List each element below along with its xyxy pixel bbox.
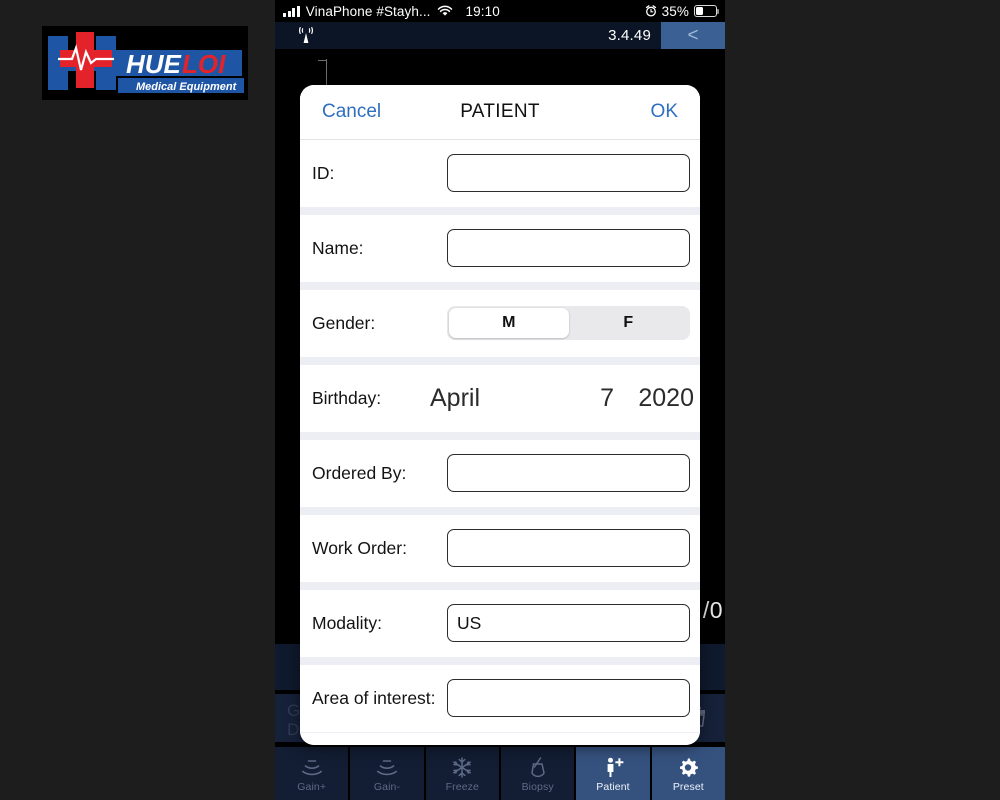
form-row-separator [300, 432, 700, 440]
app-version-label: 3.4.49 [608, 27, 651, 44]
toolbar-button-label: Patient [596, 780, 630, 793]
field-input-area[interactable] [447, 679, 690, 717]
back-button[interactable]: < [661, 22, 725, 49]
form-row-gender: Gender: M F [300, 290, 700, 357]
logo-text-loi: LOI [182, 49, 226, 79]
field-input-id[interactable] [447, 154, 690, 192]
field-control-gender: MF [447, 306, 690, 340]
field-label-ordered: Ordered By: [312, 462, 407, 483]
form-row-separator [300, 507, 700, 515]
toolbar-button-label: Gain- [373, 780, 401, 793]
form-row-area: Area of interest: [300, 665, 700, 732]
patient-dialog-title: PATIENT [460, 101, 540, 122]
form-row-separator [300, 582, 700, 590]
status-bar-left: VinaPhone #Stayh... 19:10 [275, 4, 500, 19]
ok-button[interactable]: OK [600, 101, 678, 123]
app-header-bar: 3.4.49 < [275, 22, 725, 49]
cellular-signal-icon [283, 5, 300, 17]
form-row-birthday: Birthday: April 7 2020 [300, 365, 700, 432]
field-label-id: ID: [312, 162, 335, 183]
person-plus-icon [600, 755, 626, 780]
toolbar-button-preset[interactable]: Preset [651, 747, 725, 800]
field-control-modality [447, 604, 690, 642]
bottom-toolbar: Gain+ Gain- Freeze Biopsy Patient Preset [275, 747, 725, 800]
background-ghost-label: G D [287, 701, 301, 739]
field-label-workorder: Work Order: [312, 537, 407, 558]
patient-dialog-footer: Clear Report [300, 732, 700, 745]
toolbar-button-gain[interactable]: Gain+ [275, 747, 349, 800]
gender-option-f[interactable]: F [569, 308, 689, 338]
field-control-workorder [447, 529, 690, 567]
back-button-label: < [687, 24, 699, 46]
ios-status-bar: VinaPhone #Stayh... 19:10 35% [275, 0, 725, 22]
snowflake-icon [449, 755, 475, 780]
alarm-clock-icon [645, 5, 656, 17]
field-control-id [447, 154, 690, 192]
gender-segmented-control: MF [447, 306, 690, 340]
field-label-area: Area of interest: [312, 687, 436, 708]
toolbar-button-label: Biopsy [521, 780, 554, 793]
field-input-modality[interactable] [447, 604, 690, 642]
toolbar-button-gain[interactable]: Gain- [350, 747, 424, 800]
screenshot-root: HUE LOI Medical Equipment VinaPhone #Sta… [0, 0, 1000, 800]
gear-icon [675, 755, 701, 780]
field-input-workorder[interactable] [447, 529, 690, 567]
form-row-id: ID: [300, 140, 700, 207]
birthday-date-picker: April 7 2020 [424, 384, 694, 413]
ruler-tick-minor [318, 60, 326, 61]
antenna-broadcast-icon [299, 26, 313, 43]
status-bar-right: 35% [645, 4, 725, 19]
field-input-name[interactable] [447, 229, 690, 267]
field-label-gender: Gender: [312, 312, 376, 333]
biopsy-probe-icon [525, 755, 551, 780]
toolbar-button-freeze[interactable]: Freeze [425, 747, 499, 800]
patient-form: ID: Name: Gender: M F Birthday: April 7 2020 Orde… [300, 140, 700, 732]
toolbar-button-label: Preset [672, 780, 704, 793]
birthday-day-wheel[interactable]: 7 [564, 384, 614, 413]
field-control-name [447, 229, 690, 267]
form-row-ordered: Ordered By: [300, 440, 700, 507]
hueloi-logo: HUE LOI Medical Equipment [42, 26, 248, 100]
logo-tagline: Medical Equipment [136, 81, 238, 93]
field-label-birthday: Birthday: [312, 388, 382, 408]
form-row-name: Name: [300, 215, 700, 282]
wifi-icon [437, 5, 452, 16]
toolbar-button-label: Freeze [445, 780, 479, 793]
field-label-modality: Modality: [312, 612, 383, 633]
gain-waves-icon [299, 755, 325, 780]
field-input-ordered[interactable] [447, 454, 690, 492]
cancel-button[interactable]: Cancel [322, 101, 400, 123]
logo-text-hue: HUE [126, 49, 182, 79]
phone-screen: VinaPhone #Stayh... 19:10 35% 3.4.49 < /… [275, 0, 725, 800]
form-row-separator [300, 357, 700, 365]
status-bar-time: 19:10 [465, 3, 500, 19]
form-row-separator [300, 207, 700, 215]
toolbar-button-biopsy[interactable]: Biopsy [500, 747, 575, 800]
birthday-year-wheel[interactable]: 2020 [619, 384, 694, 413]
gain-waves-icon [374, 755, 400, 780]
toolbar-button-patient[interactable]: Patient [576, 747, 650, 800]
hueloi-logo-svg: HUE LOI Medical Equipment [42, 26, 248, 100]
form-row-modality: Modality: [300, 590, 700, 657]
patient-dialog: Cancel PATIENT OK ID: Name: Gender: M F Birth… [300, 85, 700, 745]
gender-option-m[interactable]: M [449, 308, 569, 338]
battery-percent-label: 35% [661, 3, 689, 19]
field-control-area [447, 679, 690, 717]
field-label-name: Name: [312, 237, 364, 258]
form-row-separator [300, 282, 700, 290]
patient-dialog-header: Cancel PATIENT OK [300, 85, 700, 140]
birthday-month-wheel[interactable]: April [424, 384, 559, 413]
field-control-ordered [447, 454, 690, 492]
form-row-workorder: Work Order: [300, 515, 700, 582]
battery-icon [694, 5, 720, 17]
carrier-label: VinaPhone #Stayh... [305, 3, 431, 19]
frame-counter: /0 [702, 597, 723, 623]
toolbar-button-label: Gain+ [297, 780, 327, 793]
form-row-separator [300, 657, 700, 665]
